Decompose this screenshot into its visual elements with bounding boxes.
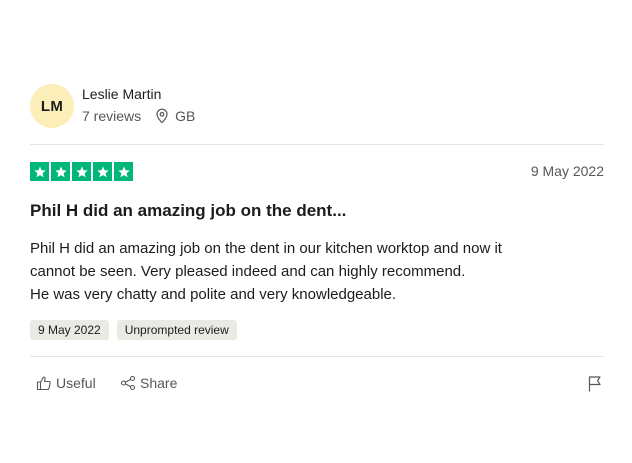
star-icon <box>72 162 91 181</box>
review-badges: 9 May 2022 Unprompted review <box>30 320 604 340</box>
review-date: 9 May 2022 <box>530 163 604 179</box>
star-icon <box>51 162 70 181</box>
review-page: LM Leslie Martin 7 reviews GB 9 May 2022… <box>0 0 632 463</box>
review-card: LM Leslie Martin 7 reviews GB 9 May 2022… <box>30 72 604 409</box>
useful-button[interactable]: Useful <box>36 375 96 391</box>
unprompted-badge[interactable]: Unprompted review <box>116 320 237 340</box>
reviewer-country: GB <box>175 108 196 124</box>
useful-label: Useful <box>56 375 96 391</box>
date-badge: 9 May 2022 <box>30 320 109 340</box>
reviewer-name[interactable]: Leslie Martin <box>82 86 161 102</box>
reviewer-meta: 7 reviews GB <box>82 108 195 124</box>
star-icon <box>30 162 49 181</box>
star-rating <box>30 162 133 181</box>
star-icon <box>93 162 112 181</box>
reviewer-header: LM Leslie Martin 7 reviews GB <box>30 72 604 144</box>
review-title[interactable]: Phil H did an amazing job on the dent... <box>30 201 604 221</box>
reviews-count: 7 reviews <box>82 108 142 124</box>
avatar[interactable]: LM <box>30 84 74 128</box>
review-body: Phil H did an amazing job on the dent in… <box>30 240 502 303</box>
share-button[interactable]: Share <box>120 375 177 391</box>
report-flag-button[interactable] <box>588 375 602 397</box>
review-actions: Useful Share <box>30 357 604 409</box>
star-icon <box>114 162 133 181</box>
rating-row: 9 May 2022 <box>30 145 604 185</box>
share-icon <box>120 375 136 391</box>
thumbs-up-icon <box>36 376 51 391</box>
location-pin-icon <box>155 108 169 124</box>
share-label: Share <box>140 375 178 391</box>
flag-icon <box>588 376 601 392</box>
